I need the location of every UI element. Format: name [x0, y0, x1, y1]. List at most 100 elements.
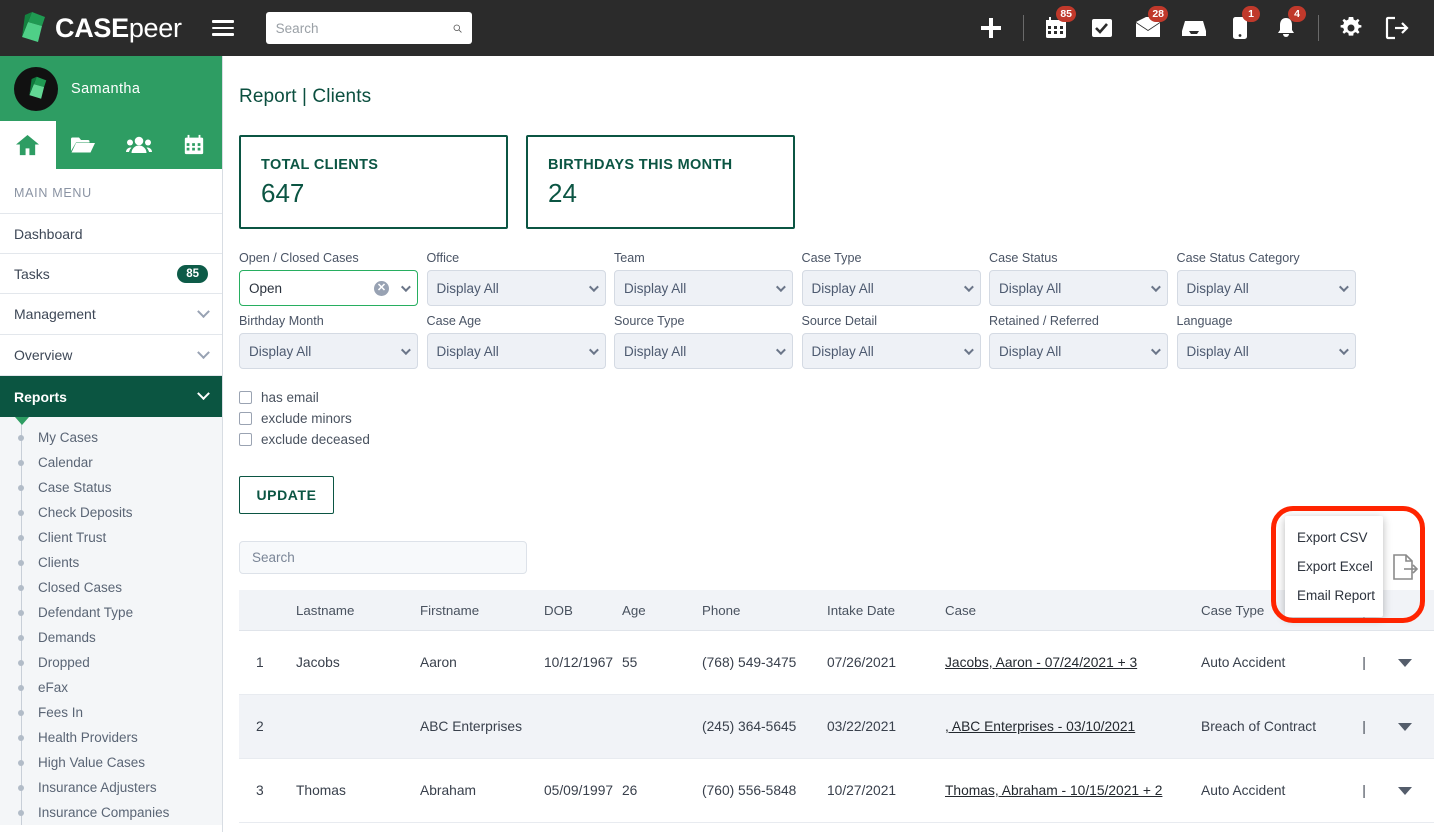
sidebar-subitem-demands[interactable]: Demands	[0, 625, 222, 650]
checkbox-box[interactable]	[239, 391, 252, 404]
app-logo[interactable]: CASEpeer	[0, 11, 182, 45]
filter-select-team[interactable]: Display All	[614, 270, 793, 306]
update-button[interactable]: UPDATE	[239, 476, 334, 514]
table-body: 1 Jacobs Aaron 10/12/1967 55 (768) 549-3475 07…	[239, 631, 1434, 823]
table-row[interactable]: 2 ABC Enterprises (245) 364-5645 03/22/2021…	[239, 695, 1434, 759]
sidebar-subitem-insurance-adjusters[interactable]: Insurance Adjusters	[0, 775, 222, 800]
sidebar-item-tasks[interactable]: Tasks 85	[0, 254, 222, 294]
filter-select-case-age[interactable]: Display All	[426, 333, 606, 369]
table-header-intake-date[interactable]: Intake Date	[827, 603, 945, 618]
row-age: 26	[622, 783, 638, 798]
sidebar-item-reports[interactable]: Reports	[0, 376, 222, 417]
filter-value: Display All	[624, 343, 687, 359]
filter-select-case-status[interactable]: Display All	[989, 270, 1168, 306]
filter-select-case-status-category[interactable]: Display All	[1176, 270, 1356, 306]
sidebar-subitem-dropped[interactable]: Dropped	[0, 650, 222, 675]
sidebar-item-management[interactable]: Management	[0, 294, 222, 335]
sidebar-tab-contacts[interactable]	[111, 121, 167, 169]
clear-selection-icon[interactable]: ✕	[374, 280, 389, 296]
table-search-input[interactable]	[239, 541, 527, 574]
chevron-down-icon	[197, 304, 210, 318]
export-file-icon[interactable]	[1392, 553, 1419, 586]
kpi-value: 24	[548, 178, 577, 208]
chevron-down-icon	[963, 344, 974, 355]
tasks-icon[interactable]	[1079, 0, 1125, 56]
checkbox-box[interactable]	[239, 412, 252, 425]
notifications-icon[interactable]: 4	[1263, 0, 1309, 56]
filter-select-case-type[interactable]: Display All	[801, 270, 981, 306]
divider	[1318, 15, 1319, 41]
sidebar-item-overview[interactable]: Overview	[0, 335, 222, 376]
table-header-case[interactable]: Case	[945, 603, 1201, 618]
table-header-dob[interactable]: DOB	[544, 603, 622, 618]
filter-label: Language	[1176, 314, 1233, 328]
sidebar-user-panel[interactable]: Samantha	[0, 56, 222, 121]
table-header-phone[interactable]: Phone	[702, 603, 827, 618]
table-row[interactable]: 3 Thomas Abraham 05/09/1997 26 (760) 556-5848…	[239, 759, 1434, 823]
sidebar-subitem-my-cases[interactable]: My Cases	[0, 425, 222, 450]
checkbox-has-email[interactable]: has email	[239, 387, 1434, 408]
table-header-firstname[interactable]: Firstname	[420, 603, 544, 618]
filter-select-source-detail[interactable]: Display All	[801, 333, 981, 369]
sidebar-subitem-health-providers[interactable]: Health Providers	[0, 725, 222, 750]
filter-cell: Team Display All	[614, 251, 802, 306]
sidebar-subitem-calendar[interactable]: Calendar	[0, 450, 222, 475]
chevron-down-icon	[775, 344, 786, 355]
hamburger-menu-icon[interactable]	[211, 20, 234, 36]
table-row[interactable]: 1 Jacobs Aaron 10/12/1967 55 (768) 549-3475 07…	[239, 631, 1434, 695]
filter-cell: Source Type Display All	[614, 314, 802, 369]
filter-select-retained-referred[interactable]: Display All	[989, 333, 1168, 369]
sidebar-tab-home[interactable]	[0, 121, 56, 169]
filter-label: Retained / Referred	[989, 314, 1099, 328]
mail-icon[interactable]: 28	[1125, 0, 1171, 56]
filter-select-language[interactable]: Display All	[1176, 333, 1356, 369]
checkbox-exclude-minors[interactable]: exclude minors	[239, 408, 1434, 429]
checkbox-exclude-deceased[interactable]: exclude deceased	[239, 429, 1434, 450]
sidebar-subitem-insurance-companies[interactable]: Insurance Companies	[0, 800, 222, 825]
export-menu-item-email-report[interactable]: Email Report	[1285, 581, 1383, 610]
filter-select-office[interactable]: Display All	[426, 270, 606, 306]
export-menu-item-export-excel[interactable]: Export Excel	[1285, 552, 1383, 581]
mobile-icon[interactable]: 1	[1217, 0, 1263, 56]
row-expand-caret-icon[interactable]	[1398, 659, 1412, 667]
case-link[interactable]: Jacobs, Aaron - 07/24/2021 + 3	[945, 655, 1137, 670]
row-expand-caret-icon[interactable]	[1398, 723, 1412, 731]
sidebar-subitem-defendant-type[interactable]: Defendant Type	[0, 600, 222, 625]
search-input[interactable]	[275, 20, 453, 36]
row-dob: 05/09/1997	[544, 783, 614, 798]
sidebar-subitem-check-deposits[interactable]: Check Deposits	[0, 500, 222, 525]
table-header-age[interactable]: Age	[622, 603, 702, 618]
filter-select-birthday-month[interactable]: Display All	[239, 333, 418, 369]
sidebar-tab-files[interactable]	[56, 121, 112, 169]
filter-cell: Source Detail Display All	[801, 314, 990, 369]
sidebar-subitem-closed-cases[interactable]: Closed Cases	[0, 575, 222, 600]
settings-icon[interactable]	[1328, 0, 1374, 56]
add-icon[interactable]	[968, 0, 1014, 56]
export-menu-item-export-csv[interactable]: Export CSV	[1285, 523, 1383, 552]
case-link[interactable]: Thomas, Abraham - 10/15/2021 + 2	[945, 783, 1162, 798]
filter-value: Display All	[999, 343, 1062, 359]
checkbox-box[interactable]	[239, 433, 252, 446]
sidebar-item-dashboard[interactable]: Dashboard	[0, 214, 222, 254]
row-case-type: Auto Accident	[1201, 655, 1286, 670]
sidebar-subitem-case-status[interactable]: Case Status	[0, 475, 222, 500]
row-intake-date: 10/27/2021	[827, 783, 897, 798]
case-link[interactable]: , ABC Enterprises - 03/10/2021	[945, 719, 1135, 734]
filter-select-open-closed-cases[interactable]: Open ✕	[239, 270, 418, 306]
sidebar-section-label: MAIN MENU	[0, 169, 222, 214]
sidebar-subitem-clients[interactable]: Clients	[0, 550, 222, 575]
sidebar-subitem-high-value-cases[interactable]: High Value Cases	[0, 750, 222, 775]
table-header-lastname[interactable]: Lastname	[296, 603, 420, 618]
logo-prefix: CASE	[55, 12, 129, 43]
global-search-box[interactable]	[265, 12, 472, 44]
filter-cell: Open / Closed Cases Open ✕	[239, 251, 427, 306]
sidebar-tab-calendar[interactable]	[167, 121, 223, 169]
row-expand-caret-icon[interactable]	[1398, 787, 1412, 795]
sidebar-subitem-efax[interactable]: eFax	[0, 675, 222, 700]
sidebar-subitem-fees-in[interactable]: Fees In	[0, 700, 222, 725]
logout-icon[interactable]	[1374, 0, 1420, 56]
calendar-icon[interactable]: 85	[1033, 0, 1079, 56]
sidebar-subitem-client-trust[interactable]: Client Trust	[0, 525, 222, 550]
inbox-icon[interactable]	[1171, 0, 1217, 56]
filter-select-source-type[interactable]: Display All	[614, 333, 793, 369]
